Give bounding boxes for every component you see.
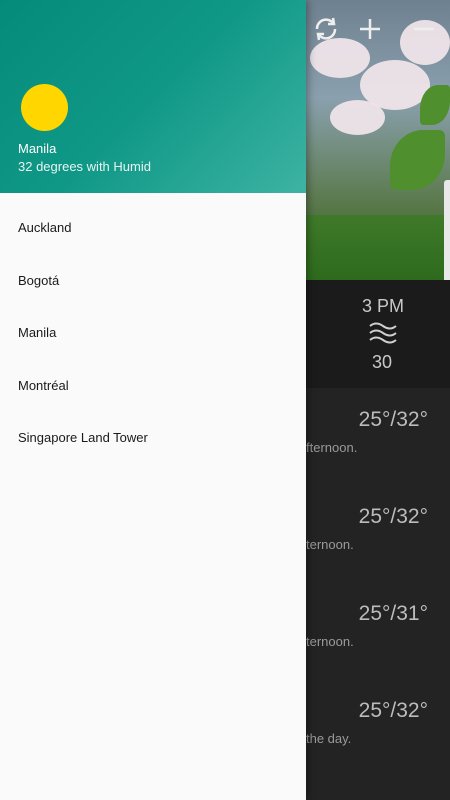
haze-icon [368,318,398,348]
current-city-name: Manila [18,141,57,156]
drawer-header: Manila 32 degrees with Humid [0,0,306,193]
sun-icon [21,84,68,131]
city-item-manila[interactable]: Manila [0,307,306,360]
leaf-decoration [420,85,450,125]
blossom-decoration [330,100,385,135]
daily-description: fternoon. [306,440,358,455]
daily-description: the day. [306,731,352,746]
current-condition: 32 degrees with Humid [18,159,151,174]
daily-description: ternoon. [306,537,354,552]
city-item-montreal[interactable]: Montréal [0,360,306,413]
city-list: Auckland Bogotá Manila Montréal Singapor… [0,202,306,465]
daily-temperature: 25°/32° [358,699,428,722]
remove-icon[interactable] [408,14,440,46]
refresh-icon[interactable] [310,14,342,46]
navigation-drawer: Manila 32 degrees with Humid Auckland Bo… [0,0,306,800]
city-item-bogota[interactable]: Bogotá [0,255,306,308]
add-icon[interactable] [354,14,386,46]
screen: 3 PM 30 25°/32° fternoon. 25°/32° ternoo… [0,0,450,800]
daily-temperature: 25°/32° [358,505,428,528]
daily-description: ternoon. [306,634,354,649]
hourly-temperature: 30 [371,352,393,372]
hourly-time: 3 PM [361,296,404,316]
daily-temperature: 25°/32° [358,408,428,431]
daily-temperature: 25°/31° [358,602,428,625]
city-item-singapore-land-tower[interactable]: Singapore Land Tower [0,412,306,465]
leaf-decoration [390,130,445,190]
city-item-auckland[interactable]: Auckland [0,202,306,255]
